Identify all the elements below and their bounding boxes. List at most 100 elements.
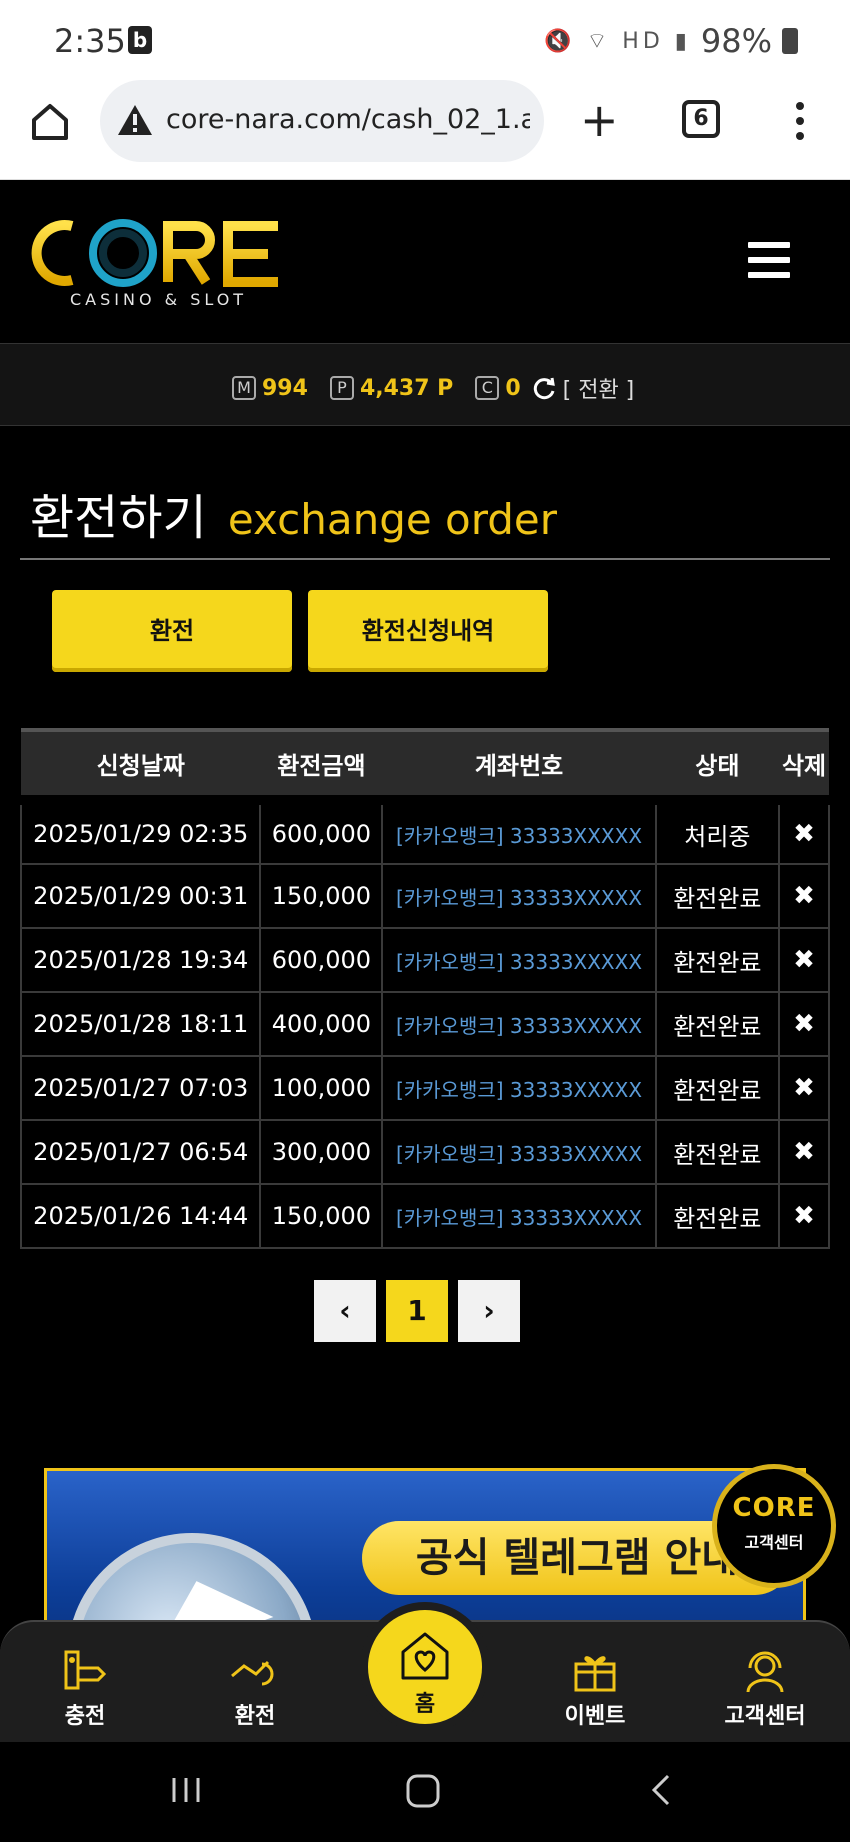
- row-date: 2025/01/29 00:31: [19, 863, 262, 929]
- badge-logo: CORE: [732, 1493, 816, 1523]
- header-delete: 삭제: [779, 728, 829, 800]
- delete-icon[interactable]: ✖: [778, 927, 830, 993]
- next-page-button[interactable]: ›: [458, 1280, 520, 1342]
- battery-icon: [782, 28, 798, 54]
- table-row: 2025/01/26 14:44 150,000 [카카오뱅크] 33333XX…: [19, 1183, 830, 1249]
- row-account: [카카오뱅크] 33333XXXXX: [381, 795, 657, 865]
- menu-hamburger-icon[interactable]: [748, 242, 790, 287]
- browser-menu-icon[interactable]: [794, 102, 806, 147]
- delete-icon[interactable]: ✖: [778, 991, 830, 1057]
- money-tag-icon: M: [232, 376, 256, 400]
- row-amount: 600,000: [259, 927, 384, 993]
- row-status: 환전완료: [654, 991, 781, 1057]
- point-tag-icon: P: [329, 376, 354, 400]
- back-icon[interactable]: [648, 1772, 672, 1808]
- site-header: CASINO & SLOT: [0, 182, 850, 344]
- delete-icon[interactable]: ✖: [778, 1055, 830, 1121]
- nav-support[interactable]: 고객센터: [710, 1646, 820, 1730]
- table-header-row: 신청날짜 환전금액 계좌번호 상태 삭제: [21, 728, 829, 800]
- badge-label: 고객센터: [744, 1533, 804, 1552]
- point-value: 4,437 P: [359, 375, 454, 401]
- money-value: 994: [262, 375, 308, 401]
- exchange-history-table: 신청날짜 환전금액 계좌번호 상태 삭제 2025/01/29 02:35 60…: [19, 728, 830, 1249]
- delete-icon[interactable]: ✖: [778, 1183, 830, 1249]
- signal-icons: 🔇 ⌔ HD ▮: [544, 29, 691, 54]
- page-title-en: exchange order: [227, 495, 558, 544]
- row-date: 2025/01/29 02:35: [19, 795, 262, 865]
- status-bar: 2:35 b 🔇 ⌔ HD ▮ 98%: [0, 0, 850, 80]
- row-account: [카카오뱅크] 33333XXXXX: [381, 863, 657, 929]
- tab-switcher-button[interactable]: 6: [682, 100, 720, 138]
- delete-icon[interactable]: ✖: [778, 863, 830, 929]
- nav-event[interactable]: 이벤트: [540, 1646, 650, 1730]
- table-row: 2025/01/28 18:11 400,000 [카카오뱅크] 33333XX…: [19, 991, 830, 1057]
- delete-icon[interactable]: ✖: [778, 795, 830, 865]
- row-amount: 300,000: [259, 1119, 384, 1185]
- customer-center-floating-button[interactable]: CORE 고객센터: [712, 1464, 836, 1588]
- convert-link[interactable]: [ 전환 ]: [563, 372, 635, 404]
- table-row: 2025/01/27 07:03 100,000 [카카오뱅크] 33333XX…: [19, 1055, 830, 1121]
- exchange-history-tab-button[interactable]: 환전신청내역: [308, 590, 548, 672]
- url-field[interactable]: core-nara.com/cash_02_1.asp: [100, 80, 544, 162]
- row-account: [카카오뱅크] 33333XXXXX: [381, 1183, 657, 1249]
- nav-home-label: 홈: [414, 1692, 436, 1717]
- page-1-button[interactable]: 1: [386, 1280, 448, 1342]
- new-tab-button[interactable]: +: [580, 97, 619, 143]
- row-account: [카카오뱅크] 33333XXXXX: [381, 991, 657, 1057]
- table-row: 2025/01/29 00:31 150,000 [카카오뱅크] 33333XX…: [19, 863, 830, 929]
- home-heart-icon: [401, 1632, 449, 1680]
- points-row: M 994 P 4,437 P C 0 [ 전환 ]: [232, 372, 634, 404]
- page-title-ko: 환전하기: [30, 490, 207, 546]
- row-amount: 100,000: [259, 1055, 384, 1121]
- nav-event-label: 이벤트: [564, 1704, 626, 1729]
- nav-support-label: 고객센터: [724, 1704, 806, 1729]
- header-date: 신청날짜: [21, 728, 261, 800]
- row-status: 환전완료: [654, 1119, 781, 1185]
- recent-apps-icon[interactable]: [168, 1772, 204, 1808]
- row-date: 2025/01/27 07:03: [19, 1055, 262, 1121]
- row-status: 처리중: [654, 795, 781, 865]
- row-account: [카카오뱅크] 33333XXXXX: [381, 1119, 657, 1185]
- browser-toolbar: core-nara.com/cash_02_1.asp + 6: [0, 80, 850, 180]
- row-amount: 600,000: [259, 795, 384, 865]
- title-divider: [20, 558, 830, 560]
- nav-exchange[interactable]: 환전: [200, 1646, 310, 1730]
- page-title: 환전하기 exchange order: [30, 478, 557, 548]
- points-bar: M 994 P 4,437 P C 0 [ 전환 ]: [0, 344, 850, 426]
- home-nav-icon[interactable]: [404, 1772, 442, 1810]
- coupon-value: 0: [505, 375, 521, 401]
- row-date: 2025/01/28 19:34: [19, 927, 262, 993]
- nav-exchange-label: 환전: [234, 1704, 276, 1729]
- coupon-tag-icon: C: [475, 376, 500, 400]
- row-status: 환전완료: [654, 927, 781, 993]
- not-secure-icon[interactable]: [116, 102, 154, 138]
- row-status: 환전완료: [654, 863, 781, 929]
- exchange-tab-button[interactable]: 환전: [52, 590, 292, 672]
- core-logo[interactable]: [28, 208, 288, 298]
- row-date: 2025/01/26 14:44: [19, 1183, 262, 1249]
- refresh-icon[interactable]: [531, 375, 557, 401]
- logo-subtitle: CASINO & SLOT: [70, 290, 248, 309]
- battery-percent: 98%: [700, 22, 772, 60]
- home-icon[interactable]: [28, 100, 72, 144]
- header-account: 계좌번호: [382, 728, 656, 800]
- status-time: 2:35: [54, 22, 126, 60]
- pagination: ‹ 1 ›: [314, 1280, 520, 1342]
- delete-icon[interactable]: ✖: [778, 1119, 830, 1185]
- nav-home-button[interactable]: 홈: [360, 1602, 490, 1732]
- header-amount: 환전금액: [260, 728, 383, 800]
- row-amount: 150,000: [259, 1183, 384, 1249]
- nav-charge[interactable]: 충전: [30, 1646, 140, 1730]
- prev-page-button[interactable]: ‹: [314, 1280, 376, 1342]
- gift-icon: [574, 1656, 616, 1692]
- headset-icon: [746, 1651, 784, 1693]
- row-status: 환전완료: [654, 1183, 781, 1249]
- charge-icon: [64, 1650, 107, 1690]
- row-status: 환전완료: [654, 1055, 781, 1121]
- url-text[interactable]: core-nara.com/cash_02_1.asp: [166, 104, 530, 135]
- nav-charge-label: 충전: [64, 1704, 106, 1729]
- row-account: [카카오뱅크] 33333XXXXX: [381, 927, 657, 993]
- android-nav-bar: [0, 1742, 850, 1842]
- app-notification-icon: b: [128, 26, 152, 54]
- exchange-icon: [231, 1660, 274, 1686]
